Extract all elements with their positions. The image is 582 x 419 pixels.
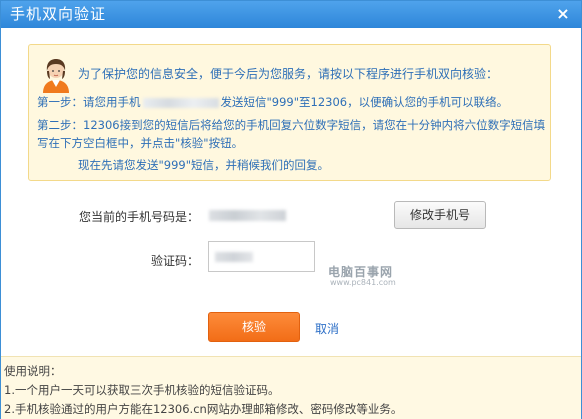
verify-button[interactable]: 核验 bbox=[208, 312, 300, 342]
instruction-item: 1.一个用户一天可以获取三次手机核验的短信验证码。 bbox=[4, 383, 280, 397]
current-phone-label: 您当前的手机号码是： bbox=[79, 210, 200, 224]
step-1-suffix: 发送短信"999"至12306，以便确认您的手机可以联络。 bbox=[220, 95, 509, 109]
verification-code-label: 验证码： bbox=[151, 254, 200, 268]
cancel-link[interactable]: 取消 bbox=[315, 320, 345, 337]
title-bar: 手机双向验证 × bbox=[1, 1, 581, 28]
customer-service-avatar-icon bbox=[43, 59, 69, 93]
close-icon[interactable]: × bbox=[554, 3, 572, 25]
instructions-heading: 使用说明： bbox=[4, 364, 62, 378]
notice-hint: 现在先请您发送"999"短信，并稍候我们的回复。 bbox=[78, 158, 330, 172]
masked-code-value bbox=[215, 252, 253, 262]
notice-step-2: 第二步：12306接到您的短信后将给您的手机回复六位数字短信，请您在十分钟内将六… bbox=[37, 118, 546, 150]
notice-panel: 为了保护您的信息安全，便于今后为您服务，请按以下程序进行手机双向核验： 第一步：… bbox=[28, 44, 551, 181]
dialog-title: 手机双向验证 bbox=[10, 5, 107, 23]
phone-verification-dialog: 手机双向验证 × 为了保护您的信息安全，便于今后为您服务，请按以下程序进行手机双… bbox=[0, 0, 582, 419]
current-phone-value bbox=[209, 210, 286, 221]
masked-phone-number bbox=[142, 97, 219, 108]
step-1-prefix: 第一步：请您用手机 bbox=[37, 95, 141, 109]
notice-step-1: 第一步：请您用手机 发送短信"999"至12306，以便确认您的手机可以联络。 bbox=[37, 94, 549, 110]
verification-code-input[interactable] bbox=[208, 241, 315, 272]
notice-intro: 为了保护您的信息安全，便于今后为您服务，请按以下程序进行手机双向核验： bbox=[78, 67, 499, 81]
instruction-item: 2.手机核验通过的用户方能在12306.cn网站办理邮箱修改、密码修改等业务。 bbox=[4, 402, 403, 416]
watermark-url: www.pc841.com bbox=[330, 278, 396, 287]
usage-instructions: 使用说明： 1.一个用户一天可以获取三次手机核验的短信验证码。 2.手机核验通过… bbox=[1, 356, 581, 419]
change-phone-button[interactable]: 修改手机号 bbox=[394, 201, 486, 229]
